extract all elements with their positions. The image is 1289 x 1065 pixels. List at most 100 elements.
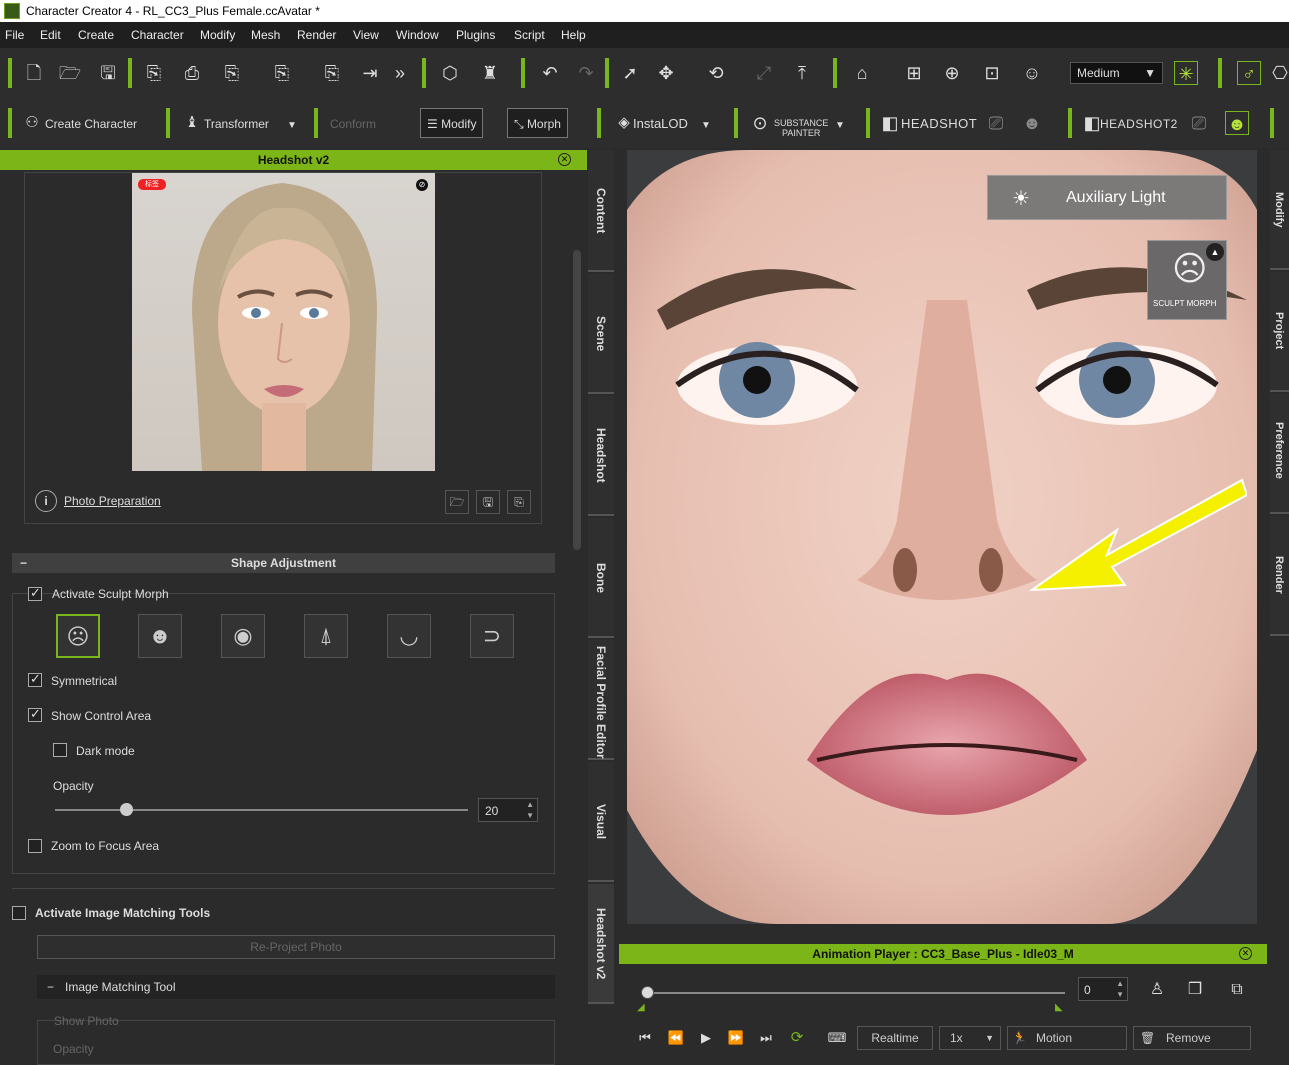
menu-mesh[interactable]: Mesh	[251, 28, 280, 42]
remove-button[interactable]: 🗑 Remove	[1133, 1026, 1251, 1050]
tab-project[interactable]: Project	[1270, 272, 1289, 392]
subtitle-icon[interactable]: ⌨	[825, 1026, 849, 1050]
spin-arrows-icon[interactable]: ▲ ▼	[526, 799, 534, 821]
menu-edit[interactable]: Edit	[40, 28, 61, 42]
more-icon[interactable]: »	[388, 61, 412, 85]
zoom-to-focus-checkbox[interactable]	[28, 839, 42, 853]
new-file-icon[interactable]: 🗋	[22, 61, 46, 85]
quality-dropdown[interactable]: Medium ▼	[1070, 62, 1163, 84]
light-icon[interactable]: ✳	[1174, 61, 1198, 85]
export-icon[interactable]: ⎙	[180, 61, 204, 85]
chevron-down-icon[interactable]: ▼	[280, 114, 304, 138]
sculpt-toggle-icon[interactable]: ▲	[1206, 243, 1224, 261]
menu-create[interactable]: Create	[78, 28, 114, 42]
headshot-photo-icon[interactable]: ⎚	[984, 111, 1008, 135]
headshot2-button[interactable]: HEADSHOT2	[1100, 109, 1178, 139]
edit-icon[interactable]: ⎔	[1268, 61, 1289, 85]
face-shape-button[interactable]: ☻	[138, 614, 182, 658]
step-back-icon[interactable]: ⏪	[664, 1026, 688, 1050]
tab-bone[interactable]: Bone	[588, 518, 614, 638]
symmetrical-checkbox[interactable]	[28, 671, 42, 687]
opacity-slider-track[interactable]	[55, 809, 468, 811]
nose-shape-button[interactable]: ⍋	[304, 614, 348, 658]
end-marker-icon[interactable]: ◣	[1055, 1002, 1063, 1013]
tab-render[interactable]: Render	[1270, 516, 1289, 636]
face-icon[interactable]: ☺	[1020, 61, 1044, 85]
import-ic-icon[interactable]: ⎘	[142, 61, 166, 85]
headshot2-photo-icon[interactable]: ⎚	[1187, 111, 1211, 135]
redo-icon[interactable]: ↷	[574, 61, 598, 85]
obj-export-icon[interactable]: ⎘	[220, 61, 244, 85]
menu-plugins[interactable]: Plugins	[456, 28, 495, 42]
substance-painter-button[interactable]: SUBSTANCE PAINTER	[774, 118, 828, 138]
timeline-track[interactable]	[647, 992, 1065, 994]
chevron-down-icon[interactable]: ▼	[828, 114, 852, 138]
info-icon[interactable]: i	[35, 490, 57, 512]
save-photo-icon[interactable]: 🖫	[476, 490, 500, 514]
motion-button[interactable]: 🏃 Motion	[1007, 1026, 1127, 1050]
modify-button[interactable]: ☰ Modify	[420, 108, 484, 138]
menu-character[interactable]: Character	[131, 28, 184, 42]
activate-sculpt-morph-checkbox[interactable]	[28, 585, 42, 601]
tab-headshot[interactable]: Headshot	[588, 396, 614, 516]
character-icon[interactable]: ♙	[1145, 978, 1169, 1002]
mouth-shape-button[interactable]: ◡	[387, 614, 431, 658]
window-icon[interactable]: ⧉	[1225, 978, 1249, 1002]
shape-adjustment-header[interactable]: − Shape Adjustment	[12, 553, 555, 573]
menu-help[interactable]: Help	[561, 28, 586, 42]
place-icon[interactable]: ⤒	[790, 61, 814, 85]
photo-preparation-link[interactable]: Photo Preparation	[64, 494, 161, 508]
usd-export-icon[interactable]: ⎘	[320, 61, 344, 85]
full-head-shape-button[interactable]: ☹	[56, 614, 100, 658]
instalod-button[interactable]: InstaLOD	[633, 109, 688, 139]
dark-mode-checkbox[interactable]	[53, 743, 67, 757]
menu-file[interactable]: File	[5, 28, 24, 42]
tab-visual[interactable]: Visual	[588, 762, 614, 882]
skip-end-icon[interactable]: ⏭	[754, 1026, 778, 1050]
undo-icon[interactable]: ↶	[538, 61, 562, 85]
step-forward-icon[interactable]: ⏩	[724, 1026, 748, 1050]
tab-modify[interactable]: Modify	[1270, 150, 1289, 270]
menu-render[interactable]: Render	[297, 28, 336, 42]
open-photo-icon[interactable]: 🗁	[445, 490, 469, 514]
conform-button[interactable]: Conform	[330, 109, 376, 139]
tab-content[interactable]: Content	[588, 150, 614, 272]
open-folder-icon[interactable]: 🗁	[58, 61, 82, 85]
3d-viewport[interactable]: ☀ Auxiliary Light ☹ ▲ SCULPT MORPH	[627, 150, 1257, 924]
select-cursor-icon[interactable]: ➚	[618, 61, 642, 85]
tab-preference[interactable]: Preference	[1270, 394, 1289, 514]
play-icon[interactable]: ▶	[694, 1026, 718, 1050]
panel-scrollbar[interactable]	[573, 250, 581, 550]
headshot-head-icon[interactable]: ☻	[1020, 111, 1044, 135]
home-icon[interactable]: ⌂	[850, 61, 874, 85]
frame-spinbox[interactable]: 0 ▲ ▼	[1078, 977, 1128, 1001]
frame-icon[interactable]: ⊕	[940, 61, 964, 85]
transformer-button[interactable]: Transformer	[204, 109, 269, 139]
create-character-button[interactable]: Create Character	[45, 109, 137, 139]
skip-start-icon[interactable]: ⏮	[633, 1026, 657, 1050]
rotate-icon[interactable]: ⟲	[704, 61, 728, 85]
image-matching-tool-header[interactable]: − Image Matching Tool	[37, 975, 555, 999]
close-icon[interactable]: ✕	[558, 153, 571, 166]
cube-icon[interactable]: ⬡	[438, 61, 462, 85]
headshot-button[interactable]: HEADSHOT	[901, 109, 977, 139]
send-icon[interactable]: ⇥	[358, 61, 382, 85]
remove-photo-icon[interactable]: ⊘	[416, 179, 428, 191]
realtime-button[interactable]: Realtime	[857, 1026, 933, 1050]
sculpt-morph-button[interactable]: ☹ ▲ SCULPT MORPH	[1147, 240, 1227, 320]
tab-facial-profile-editor[interactable]: Facial Profile Editor	[588, 640, 614, 760]
menu-modify[interactable]: Modify	[200, 28, 235, 42]
menu-view[interactable]: View	[353, 28, 379, 42]
reproject-photo-button[interactable]: Re-Project Photo	[37, 935, 555, 959]
move-icon[interactable]: ✥	[654, 61, 678, 85]
start-marker-icon[interactable]: ◢	[637, 1002, 645, 1013]
timeline-handle[interactable]	[641, 986, 654, 999]
auxiliary-light-button[interactable]: ☀ Auxiliary Light	[987, 175, 1227, 220]
menu-script[interactable]: Script	[514, 28, 545, 42]
fbx-export-icon[interactable]: ⎘	[270, 61, 294, 85]
loop-icon[interactable]: ⟳	[785, 1026, 809, 1050]
pose-icon[interactable]: ♜	[478, 61, 502, 85]
zoom-icon[interactable]: ⊡	[980, 61, 1004, 85]
ear-shape-button[interactable]: ⊃	[470, 614, 514, 658]
close-icon[interactable]: ✕	[1239, 947, 1252, 960]
